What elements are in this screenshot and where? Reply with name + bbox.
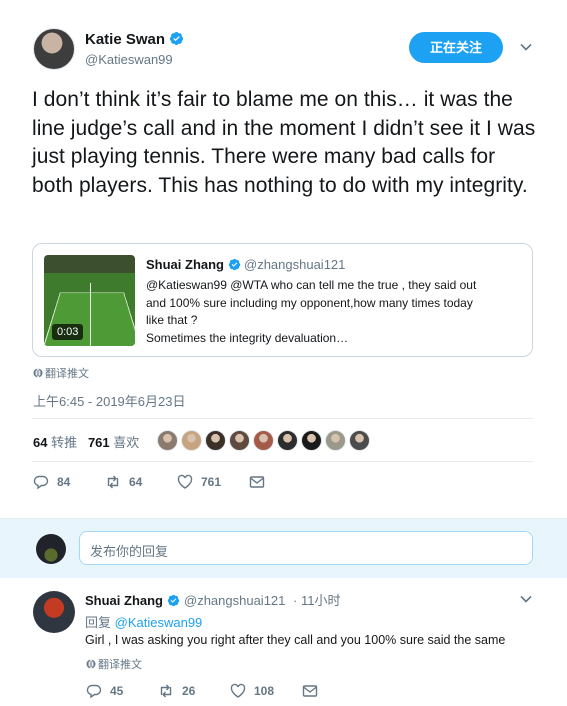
like-button[interactable]: 761: [177, 474, 221, 490]
verified-badge-icon: [169, 32, 184, 45]
reply-button[interactable]: 45: [86, 683, 123, 699]
liker-avatar[interactable]: [205, 430, 226, 451]
author-handle[interactable]: @Katieswan99: [85, 52, 173, 67]
liker-avatar[interactable]: [181, 430, 202, 451]
video-thumbnail[interactable]: 0:03: [44, 255, 135, 346]
heart-icon: [230, 683, 246, 698]
author-name[interactable]: Katie Swan: [85, 31, 165, 48]
heart-icon: [177, 474, 193, 489]
reply-input[interactable]: 发布你的回复: [79, 531, 533, 565]
globe-icon: [86, 659, 96, 669]
translate-label[interactable]: 翻译推文: [98, 659, 142, 671]
tweet-timestamp[interactable]: 上午6:45 - 2019年6月23日: [33, 391, 185, 410]
chevron-down-icon[interactable]: [519, 40, 533, 54]
quoted-tweet-card[interactable]: 0:03 Shuai Zhang @zhangshuai121 @Katieswa…: [32, 243, 533, 357]
current-user-avatar[interactable]: [36, 534, 66, 564]
retweets-label[interactable]: 转推: [51, 435, 77, 450]
reply-button[interactable]: 84: [33, 474, 70, 490]
quoted-author-name: Shuai Zhang: [146, 257, 224, 272]
like-count: 108: [254, 684, 275, 698]
reply-actions: 45 26 108: [86, 683, 386, 703]
replying-to-prefix: 回复: [85, 615, 112, 630]
verified-badge-icon: [167, 594, 180, 607]
author-avatar[interactable]: [33, 28, 75, 70]
retweet-count: 26: [182, 684, 196, 698]
tweet-text: I don’t think it’s fair to blame me on t…: [32, 88, 536, 197]
reply-author-avatar[interactable]: [33, 591, 75, 633]
court-line: [90, 283, 91, 346]
liker-avatar[interactable]: [157, 430, 178, 451]
likers-avatars[interactable]: [157, 430, 373, 452]
quoted-author-handle: @zhangshuai121: [244, 257, 346, 272]
author-name-row[interactable]: Katie Swan: [85, 31, 184, 48]
retweet-count: 64: [129, 475, 143, 489]
retweet-icon: [160, 684, 172, 698]
quoted-tweet-text: @Katieswan99 @WTA who can tell me the tr…: [146, 277, 526, 347]
following-button[interactable]: 正在关注: [409, 32, 503, 63]
quoted-text-line: Sometimes the integrity devaluation…: [146, 330, 349, 345]
likes-label[interactable]: 喜欢: [113, 435, 139, 450]
chevron-down-icon[interactable]: [519, 592, 533, 606]
liker-avatar[interactable]: [277, 430, 298, 451]
tweet-actions: 84 64 761: [33, 474, 333, 494]
envelope-icon: [249, 476, 265, 488]
reply-author-name[interactable]: Shuai Zhang: [85, 593, 163, 608]
replying-to-link[interactable]: @Katieswan99: [115, 615, 203, 630]
quoted-author[interactable]: Shuai Zhang @zhangshuai121: [146, 257, 345, 272]
liker-avatar[interactable]: [301, 430, 322, 451]
verified-badge-icon: [228, 258, 241, 271]
quoted-text-line: like that ?: [146, 313, 198, 327]
reply-icon: [33, 475, 49, 490]
reply-author-handle[interactable]: @zhangshuai121: [184, 593, 285, 608]
retweet-button[interactable]: 64: [105, 474, 142, 490]
reply-time[interactable]: · 11小时: [293, 593, 340, 608]
liker-avatar[interactable]: [253, 430, 274, 451]
globe-icon: [33, 368, 43, 378]
reply-header[interactable]: Shuai Zhang @zhangshuai121 · 11小时: [85, 590, 340, 609]
envelope-icon: [302, 685, 318, 697]
reply-count: 45: [110, 684, 124, 698]
message-button[interactable]: [302, 683, 326, 699]
retweet-icon: [107, 475, 119, 489]
liker-avatar[interactable]: [229, 430, 250, 451]
reply-text: Girl , I was asking you right after they…: [85, 633, 506, 647]
quoted-text-line: and 100% sure including my opponent,how …: [146, 295, 473, 310]
reply-icon: [86, 684, 102, 699]
liker-avatar[interactable]: [349, 430, 370, 451]
divider: [32, 418, 533, 419]
like-button[interactable]: 108: [230, 683, 274, 699]
video-duration: 0:03: [52, 324, 84, 340]
message-button[interactable]: [249, 474, 273, 490]
retweet-button[interactable]: 26: [158, 683, 195, 699]
like-count: 761: [201, 475, 222, 489]
replying-to: 回复 @Katieswan99: [85, 612, 202, 631]
translate-label[interactable]: 翻译推文: [45, 368, 89, 380]
likes-count[interactable]: 761: [88, 435, 110, 450]
liker-avatar[interactable]: [325, 430, 346, 451]
reply-count: 84: [57, 475, 71, 489]
quoted-text-line: @Katieswan99 @WTA who can tell me the tr…: [146, 278, 477, 292]
translate-tweet-link[interactable]: 翻译推文: [33, 365, 89, 381]
translate-tweet-link[interactable]: 翻译推文: [86, 656, 142, 672]
retweets-count[interactable]: 64: [33, 435, 47, 450]
engagement-stats[interactable]: 64 转推 761 喜欢: [33, 432, 139, 451]
divider: [32, 461, 533, 462]
